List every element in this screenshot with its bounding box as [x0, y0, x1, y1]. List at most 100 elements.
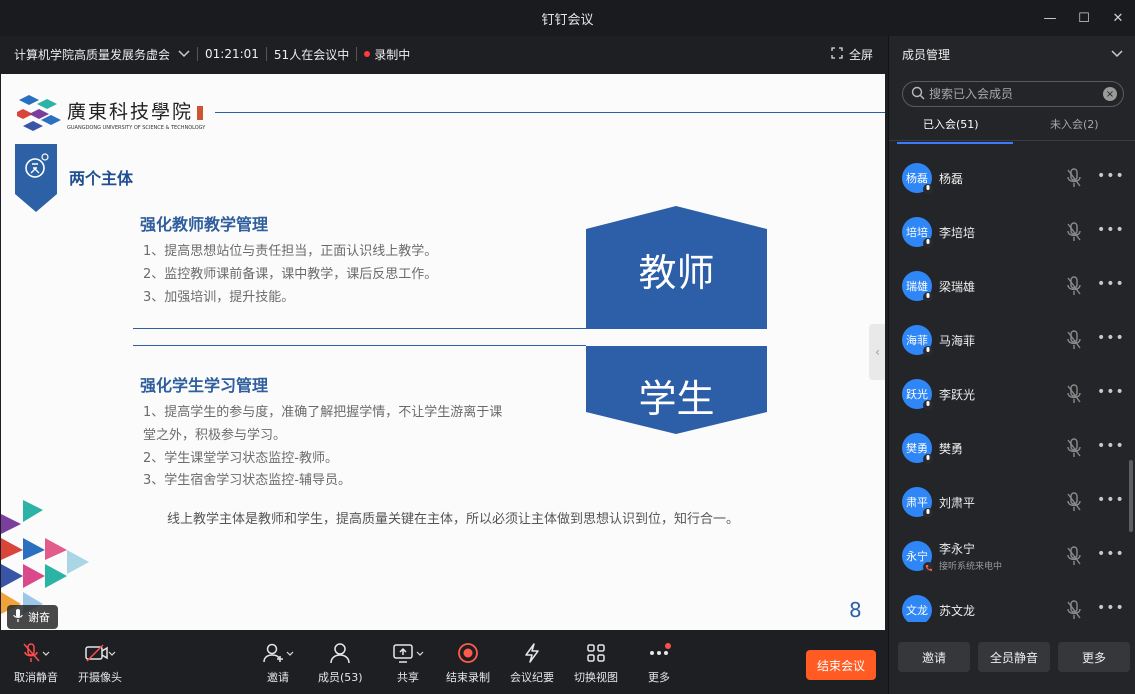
search-input[interactable] [929, 87, 1099, 101]
avatar: 海菲 [902, 325, 933, 356]
minimize-button[interactable]: — [1033, 11, 1067, 26]
more-options-icon[interactable]: ••• [1097, 384, 1125, 400]
slide-summary: 线上教学主体是教师和学生，提高质量关键在主体，所以必须让主体做到思想认识到位，知… [167, 512, 740, 527]
unmute-label: 取消静音 [14, 671, 58, 684]
divider [197, 47, 199, 61]
maximize-button[interactable]: ☐ [1067, 11, 1101, 26]
active-speaker-tag: 谢奋 [7, 605, 58, 629]
microphone-muted-icon[interactable] [1066, 600, 1082, 622]
meeting-timer: 01:21:01 [205, 47, 259, 61]
microphone-muted-icon[interactable] [1066, 222, 1082, 246]
more-options-icon[interactable]: ••• [1097, 168, 1125, 184]
share-label: 共享 [397, 671, 419, 684]
unmute-button[interactable]: 取消静音 [14, 641, 58, 685]
tab-joined[interactable]: 已入会(51) [889, 116, 1013, 144]
more-options-icon[interactable]: ••• [1097, 222, 1125, 238]
camera-off-icon [84, 641, 116, 665]
meeting-minutes-label: 会议纪要 [510, 671, 554, 684]
avatar: 肃平 [902, 487, 933, 518]
clear-search-icon[interactable]: × [1103, 87, 1117, 101]
student-badge-label: 学生 [638, 377, 715, 421]
fullscreen-label: 全屏 [848, 47, 873, 62]
meeting-name[interactable]: 计算机学院高质量发展务虚会 [14, 46, 170, 63]
avatar: 瑞雄 [902, 271, 933, 302]
avatar: 跃光 [902, 379, 933, 410]
camera-button[interactable]: 开摄像头 [78, 641, 122, 685]
section-title: 两个主体 [69, 169, 134, 188]
member-status: 接听系统来电中 [939, 562, 1003, 572]
fullscreen-button[interactable]: 全屏 [831, 36, 873, 72]
student-item: 1、提高学生的参与度，准确了解把握学情，不让学生游离于课 [143, 405, 503, 420]
invite-button[interactable]: 邀请 [262, 641, 294, 685]
members-label: 成员(53) [318, 671, 363, 684]
panel-more-button[interactable]: 更多 [1058, 642, 1130, 672]
seal-icon [197, 106, 204, 120]
member-name: 苏文龙 [939, 603, 976, 618]
member-name: 刘肃平 [939, 495, 976, 510]
member-item[interactable]: 文龙 苏文龙 ••• [902, 590, 1124, 622]
fullscreen-icon [831, 46, 843, 62]
window-title: 钉钉会议 [541, 12, 594, 28]
microphone-muted-icon[interactable] [1066, 384, 1082, 408]
panel-actions: 邀请 全员静音 更多 [889, 642, 1135, 672]
member-item[interactable]: 跃光 李跃光 ••• [902, 374, 1124, 414]
more-options-icon[interactable]: ••• [1097, 492, 1125, 508]
meeting-info-bar: 计算机学院高质量发展务虚会 01:21:01 51人在会议中 录制中 全屏 [0, 36, 887, 72]
invite-member-button[interactable]: 邀请 [898, 642, 970, 672]
invite-label: 邀请 [267, 671, 289, 684]
microphone-muted-icon [22, 641, 50, 665]
member-list-scrollbar[interactable] [1129, 460, 1133, 532]
more-options-icon[interactable]: ••• [1097, 438, 1125, 454]
phone-icon [923, 562, 933, 572]
camera-label: 开摄像头 [78, 671, 122, 684]
members-button[interactable]: 成员(53) [318, 641, 363, 685]
microphone-muted-icon[interactable] [1066, 546, 1082, 570]
switch-view-label: 切换视图 [574, 671, 618, 684]
more-options-icon[interactable]: ••• [1097, 600, 1125, 616]
meeting-minutes-button[interactable]: 会议纪要 [510, 641, 554, 685]
panel-title: 成员管理 [902, 47, 951, 62]
microphone-muted-icon[interactable] [1066, 330, 1082, 354]
member-name: 李永宁 [939, 542, 976, 556]
end-meeting-button[interactable]: 结束会议 [806, 650, 876, 680]
member-name: 梁瑞雄 [939, 279, 976, 294]
section-badge-icon [15, 144, 57, 212]
microphone-icon [923, 454, 933, 464]
member-item[interactable]: 瑞雄 梁瑞雄 ••• [902, 266, 1124, 306]
teacher-item: 1、提高思想站位与责任担当，正面认识线上教学。 [143, 244, 438, 259]
speaker-name: 谢奋 [28, 611, 50, 624]
member-item[interactable]: 培培 李培培 ••• [902, 212, 1124, 252]
share-button[interactable]: 共享 [392, 641, 424, 685]
member-item[interactable]: 肃平 刘肃平 ••• [902, 482, 1124, 522]
close-button[interactable]: ✕ [1101, 11, 1135, 26]
stop-recording-button[interactable]: 结束录制 [446, 641, 490, 685]
window-controls: — ☐ ✕ [1033, 0, 1135, 36]
teacher-badge-label: 教师 [638, 251, 715, 295]
recording-indicator: 录制中 [364, 46, 410, 63]
mute-all-button[interactable]: 全员静音 [978, 642, 1050, 672]
microphone-muted-icon[interactable] [1066, 276, 1082, 300]
member-item[interactable]: 樊勇 樊勇 ••• [902, 428, 1124, 468]
member-item[interactable]: 杨磊 杨磊 ••• [902, 158, 1124, 198]
member-item[interactable]: 永宁 李永宁 接听系统来电中 ••• [902, 536, 1124, 576]
microphone-muted-icon[interactable] [1066, 438, 1082, 462]
collapse-tab-button[interactable]: ‹ [869, 324, 885, 380]
more-options-icon[interactable]: ••• [1097, 330, 1125, 346]
university-logo: 廣東科技學院 GUANGDONG UNIVERSITY OF SCIENCE &… [13, 94, 205, 134]
header-rule [215, 112, 885, 113]
divider [889, 140, 1135, 141]
member-item[interactable]: 海菲 马海菲 ••• [902, 320, 1124, 360]
chevron-down-icon[interactable] [178, 47, 190, 61]
tab-not-joined[interactable]: 未入会(2) [1013, 116, 1135, 140]
switch-view-button[interactable]: 切换视图 [574, 641, 618, 685]
more-options-icon[interactable]: ••• [1097, 276, 1125, 292]
microphone-muted-icon[interactable] [1066, 168, 1082, 192]
participant-count[interactable]: 51人在会议中 [274, 46, 349, 63]
student-item: 堂之外，积极参与学习。 [143, 428, 287, 443]
more-options-icon[interactable]: ••• [1097, 546, 1125, 562]
member-search[interactable]: × [902, 81, 1124, 107]
chevron-down-icon[interactable] [1111, 47, 1123, 61]
student-item: 2、学生课堂学习状态监控-教师。 [143, 451, 338, 466]
shared-screen: 廣東科技學院 GUANGDONG UNIVERSITY OF SCIENCE &… [1, 74, 885, 630]
microphone-muted-icon[interactable] [1066, 492, 1082, 516]
